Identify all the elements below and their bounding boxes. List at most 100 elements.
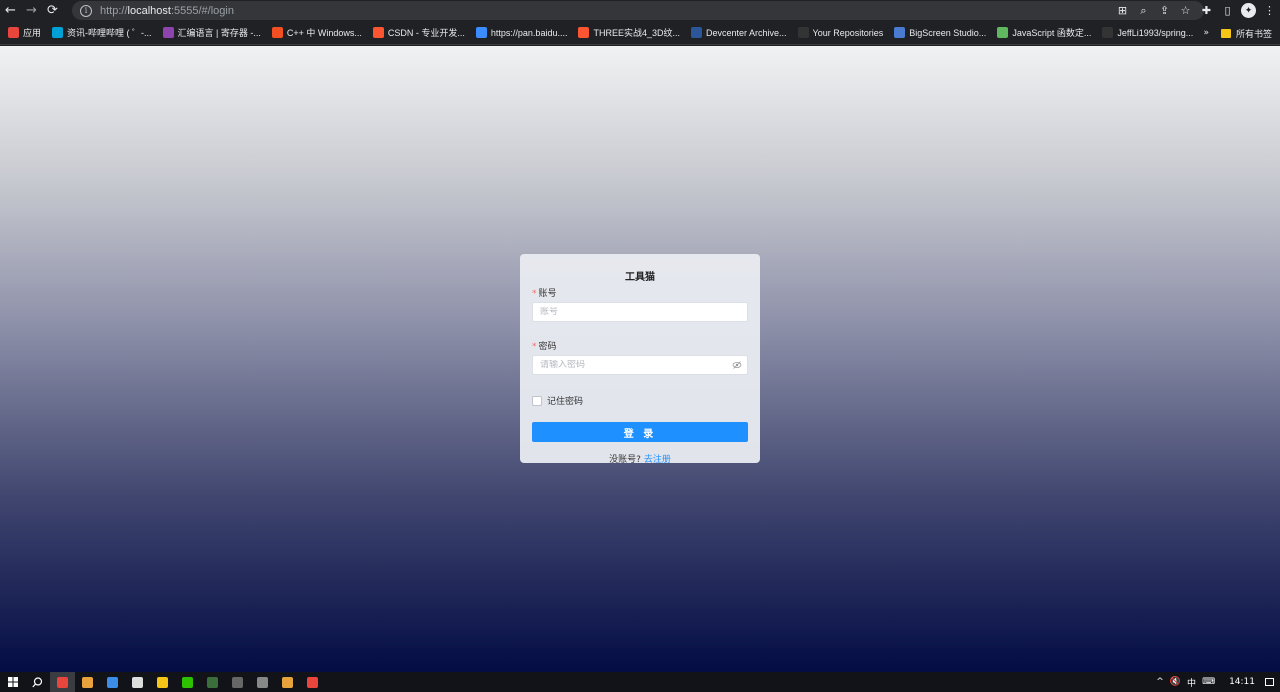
url-text[interactable]: http://localhost:5555/#/login xyxy=(100,5,234,17)
bookmark-label: C++ 中 Windows... xyxy=(286,28,362,38)
reload-icon[interactable]: ⟳ xyxy=(42,0,63,21)
explorer-icon xyxy=(157,676,168,688)
start-button[interactable] xyxy=(0,672,25,692)
no-account-text: 没账号? xyxy=(609,455,641,465)
account-label: * 账号 xyxy=(532,289,557,299)
bookmark-favicon-icon xyxy=(8,27,19,38)
taskbar: ^ 🔇 中 ⌨ 14:11 xyxy=(0,672,1280,692)
bookmark-favicon-icon xyxy=(578,27,590,38)
app7-icon xyxy=(207,676,218,688)
password-field-wrapper[interactable] xyxy=(532,355,748,375)
site-info-icon[interactable]: i xyxy=(80,4,92,17)
taskbar-app-explorer[interactable] xyxy=(150,672,175,692)
taskbar-app-terminal[interactable] xyxy=(225,672,250,692)
app2-icon xyxy=(82,676,93,688)
bookmark-label: 资讯-哔哩哔哩 ( ゜-... xyxy=(67,28,152,38)
sidebar-icon[interactable]: ▯ xyxy=(1217,0,1238,21)
login-card: 工具猫 *账号 *密码 记住密码 登 录 没账号? 去注册 xyxy=(520,254,760,465)
all-bookmarks-button[interactable]: 所有书签 xyxy=(1236,27,1272,40)
volume-icon[interactable]: 🔇 xyxy=(1170,677,1181,687)
login-page: 工具猫 *账号 *密码 记住密码 登 录 没账号? 去注册 xyxy=(0,46,1280,672)
required-mark: * xyxy=(532,342,537,352)
login-button[interactable]: 登 录 xyxy=(532,422,748,442)
ime-indicator[interactable]: 中 xyxy=(1187,676,1196,689)
account-field-wrapper[interactable] xyxy=(532,302,748,322)
bookmark-favicon-icon xyxy=(894,27,906,38)
bookmark-item[interactable]: 汇编语言 | 寄存器 -... xyxy=(162,26,261,39)
account-input[interactable] xyxy=(540,307,740,317)
bookmark-item[interactable]: JavaScript 函数定... xyxy=(997,26,1091,39)
profile-icon[interactable]: ✦ xyxy=(1238,0,1259,21)
bookmark-label: THREE实战4_3D纹... xyxy=(593,28,680,38)
star-icon[interactable]: ☆ xyxy=(1175,0,1196,21)
terminal-icon xyxy=(232,676,243,688)
remember-checkbox[interactable] xyxy=(532,395,542,406)
taskbar-app-app10[interactable] xyxy=(275,672,300,692)
taskbar-app-chrome[interactable] xyxy=(50,672,75,692)
bookmark-favicon-icon xyxy=(52,27,64,38)
register-row: 没账号? 去注册 xyxy=(532,452,748,465)
folder-icon xyxy=(1220,28,1231,38)
keyboard-icon[interactable]: ⌨ xyxy=(1202,677,1215,687)
bookmark-favicon-icon xyxy=(162,27,174,38)
bookmark-item[interactable]: https://pan.baidu.... xyxy=(475,27,567,38)
forward-icon[interactable]: → xyxy=(21,0,42,21)
share-icon[interactable]: ⇪ xyxy=(1154,0,1175,21)
bookmark-item[interactable]: JeffLi1993/spring... xyxy=(1102,27,1193,38)
bookmark-item[interactable]: THREE实战4_3D纹... xyxy=(578,26,680,39)
back-icon[interactable]: ← xyxy=(0,0,21,21)
app11-icon xyxy=(307,676,318,688)
bookmark-label: Your Repositories xyxy=(812,27,884,38)
app-title: 工具猫 xyxy=(625,272,655,283)
translate-icon[interactable]: ⊞ xyxy=(1112,0,1133,21)
notification-icon[interactable] xyxy=(1265,678,1274,686)
more-bookmarks-icon[interactable]: » xyxy=(1203,28,1209,38)
bookmark-item[interactable]: 资讯-哔哩哔哩 ( ゜-... xyxy=(52,26,152,39)
remember-label: 记住密码 xyxy=(547,397,584,407)
wechat-icon xyxy=(182,676,193,688)
bookmark-item[interactable]: BigScreen Studio... xyxy=(894,27,986,38)
tray-chevron-icon[interactable]: ^ xyxy=(1156,677,1164,687)
app9-icon xyxy=(257,676,268,688)
bookmark-item[interactable]: Devcenter Archive... xyxy=(691,27,787,38)
taskbar-app-wechat[interactable] xyxy=(175,672,200,692)
password-input[interactable] xyxy=(540,360,740,370)
eye-off-icon[interactable] xyxy=(732,360,742,370)
taskbar-app-app3[interactable] xyxy=(100,672,125,692)
password-label: * 密码 xyxy=(532,342,557,352)
bookmark-label: JeffLi1993/spring... xyxy=(1117,27,1194,38)
bookmark-label: CSDN - 专业开发... xyxy=(387,28,465,38)
bookmark-label: 汇编语言 | 寄存器 -... xyxy=(177,28,261,38)
bookmark-favicon-icon xyxy=(691,27,702,38)
qq-icon xyxy=(132,676,143,688)
search-icon xyxy=(32,676,43,687)
taskbar-app-app2[interactable] xyxy=(75,672,100,692)
bookmark-favicon-icon xyxy=(997,27,1009,38)
avatar: ✦ xyxy=(1241,3,1256,18)
taskbar-app-qq[interactable] xyxy=(125,672,150,692)
required-mark: * xyxy=(532,289,537,299)
bookmark-item[interactable]: 应用 xyxy=(8,26,41,39)
browser-toolbar: ← → ⟳ i http://localhost:5555/#/login ⊞ … xyxy=(0,0,1280,21)
taskbar-app-app11[interactable] xyxy=(300,672,325,692)
bookmark-item[interactable]: Your Repositories xyxy=(797,27,884,38)
taskbar-app-app7[interactable] xyxy=(200,672,225,692)
remember-password[interactable]: 记住密码 xyxy=(532,394,748,407)
bookmark-favicon-icon xyxy=(475,27,487,38)
bookmark-label: JavaScript 函数定... xyxy=(1012,28,1092,38)
bookmark-item[interactable]: CSDN - 专业开发... xyxy=(372,26,465,39)
search-button[interactable] xyxy=(25,672,50,692)
bookmarks-bar: 应用 资讯-哔哩哔哩 ( ゜-... 汇编语言 | 寄存器 -... C++ 中 Wi… xyxy=(0,21,1280,45)
bookmark-item[interactable]: C++ 中 Windows... xyxy=(271,26,362,39)
extensions-icon[interactable]: ✚ xyxy=(1196,0,1217,21)
clock[interactable]: 14:11 xyxy=(1229,677,1255,687)
zoom-icon[interactable]: ⌕ xyxy=(1133,0,1154,21)
menu-icon[interactable]: ⋮ xyxy=(1259,0,1280,21)
chrome-icon xyxy=(57,676,68,688)
bookmark-label: Devcenter Archive... xyxy=(706,27,787,38)
register-link[interactable]: 去注册 xyxy=(644,455,671,465)
address-bar[interactable]: i http://localhost:5555/#/login xyxy=(72,1,1204,20)
bookmark-favicon-icon xyxy=(271,27,283,38)
taskbar-app-app9[interactable] xyxy=(250,672,275,692)
windows-icon xyxy=(7,677,18,687)
